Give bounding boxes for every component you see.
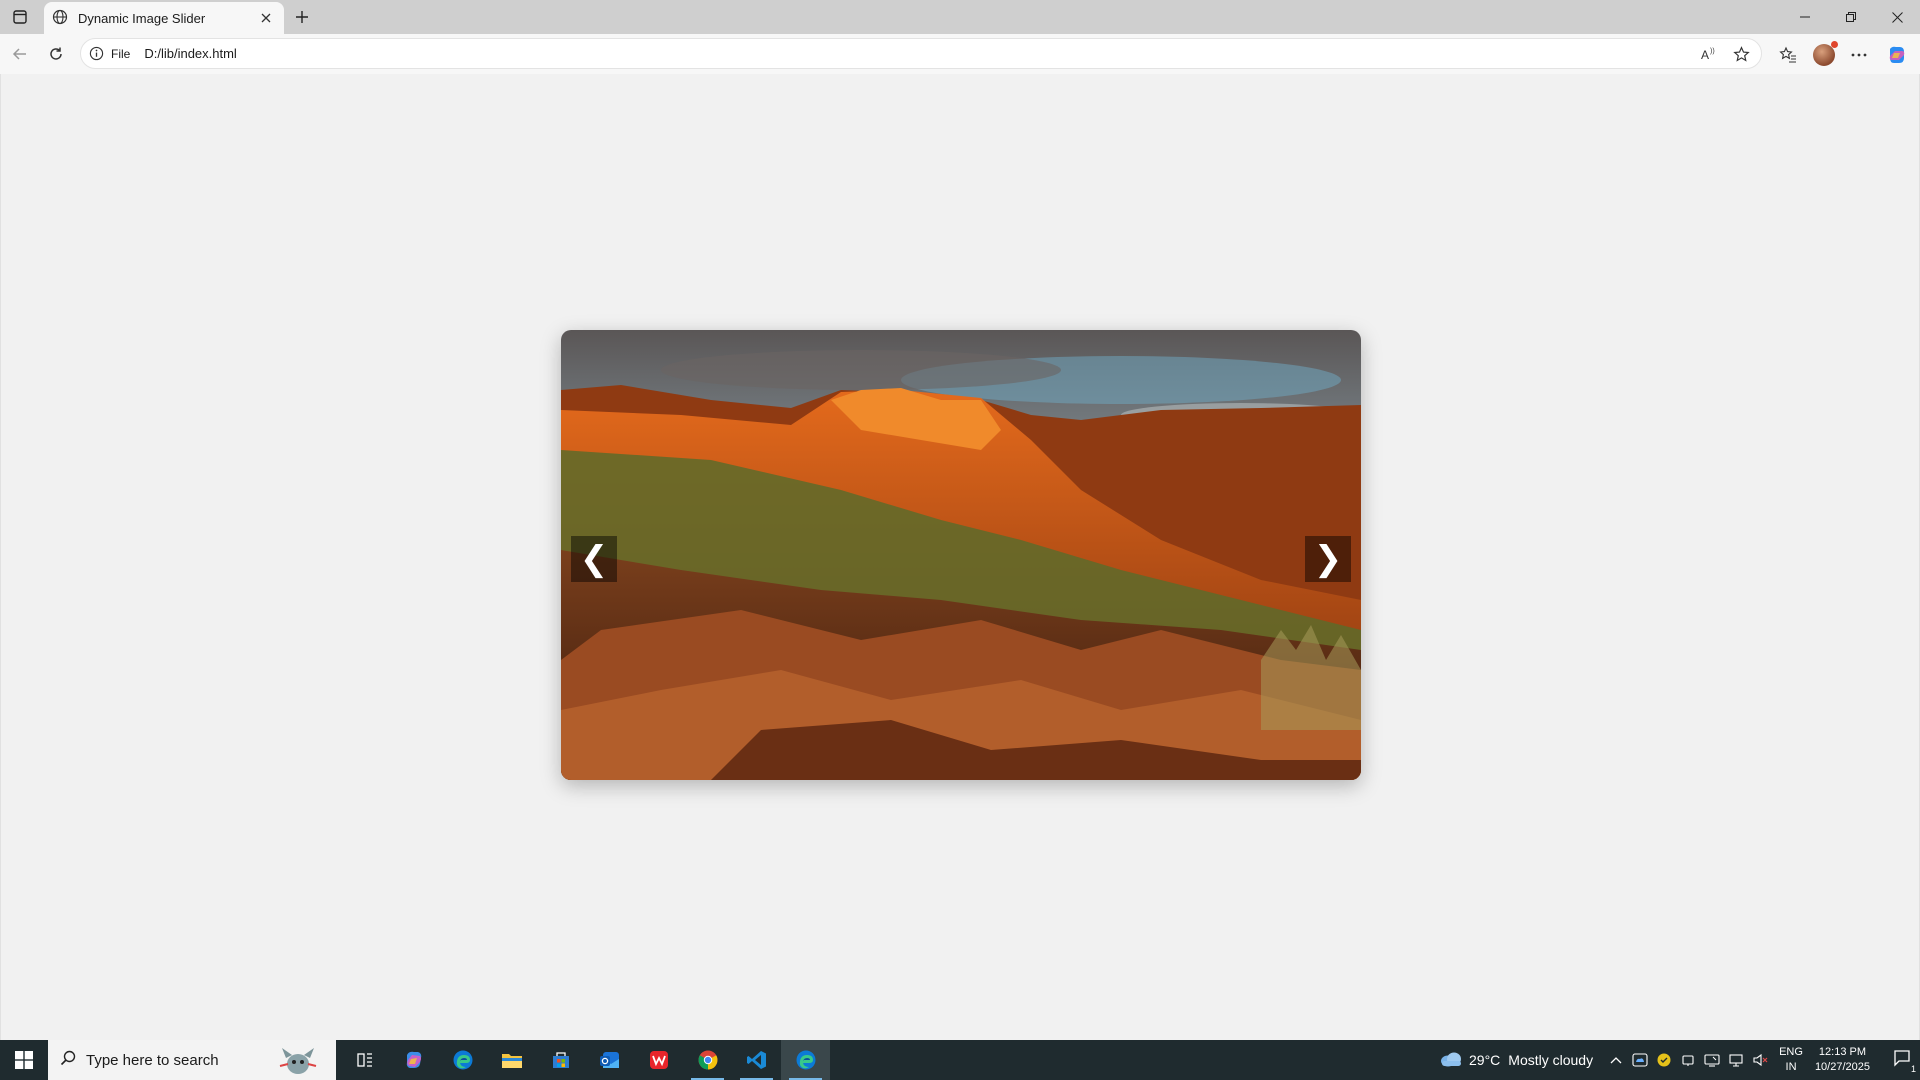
restore-icon[interactable] — [1828, 0, 1874, 34]
chrome-icon[interactable] — [683, 1040, 732, 1080]
copilot-app-icon[interactable] — [389, 1040, 438, 1080]
favorite-star-icon[interactable] — [1731, 44, 1751, 64]
address-bar[interactable]: File D:/lib/index.html A)) — [80, 38, 1762, 69]
notification-icon — [1893, 1049, 1911, 1072]
pinned-apps — [340, 1040, 830, 1080]
system-clock[interactable]: 12:13 PM 10/27/2025 — [1815, 1045, 1870, 1075]
onedrive-icon[interactable] — [1631, 1051, 1649, 1069]
file-explorer-icon[interactable] — [487, 1040, 536, 1080]
clock-time: 12:13 PM — [1818, 1046, 1867, 1058]
tab-actions-icon[interactable] — [8, 5, 32, 29]
search-icon — [60, 1050, 76, 1071]
address-url[interactable]: D:/lib/index.html — [144, 46, 236, 61]
next-slide-button[interactable]: ❯ — [1305, 536, 1351, 582]
edge-active-icon[interactable] — [781, 1040, 830, 1080]
more-options-icon[interactable] — [1846, 42, 1872, 68]
svg-text:)): )) — [1710, 48, 1715, 55]
tab-title: Dynamic Image Slider — [78, 10, 206, 26]
edge-icon[interactable] — [438, 1040, 487, 1080]
back-arrow-icon[interactable] — [8, 42, 32, 66]
windows-start-icon[interactable] — [0, 1040, 48, 1080]
slide-image — [561, 330, 1361, 780]
close-window-icon[interactable] — [1874, 0, 1920, 34]
weather-temperature: 29°C — [1469, 1052, 1501, 1068]
avatar — [1813, 41, 1838, 66]
search-highlight-icon — [279, 1048, 317, 1074]
language-code: ENG — [1779, 1046, 1803, 1058]
language-indicator[interactable]: ENG IN — [1779, 1045, 1803, 1075]
copilot-icon[interactable] — [1884, 42, 1910, 68]
network-icon[interactable] — [1727, 1051, 1745, 1069]
weather-widget[interactable]: 29°C Mostly cloudy — [1439, 1050, 1593, 1071]
system-tray: 29°C Mostly cloudy ENG IN 12:13 PM 10/27… — [1439, 1040, 1920, 1080]
task-view-icon[interactable] — [340, 1040, 389, 1080]
windows-taskbar: Type here to search 29°C Mostly cloudy E… — [0, 1040, 1920, 1080]
tab-active[interactable]: Dynamic Image Slider — [44, 2, 284, 34]
profile-avatar[interactable] — [1811, 41, 1838, 68]
svg-text:A: A — [1701, 48, 1709, 62]
notification-center-button[interactable]: 1 — [1884, 1040, 1920, 1080]
chevron-up-icon[interactable] — [1607, 1051, 1625, 1069]
close-tab-icon[interactable] — [256, 8, 276, 28]
weather-condition: Mostly cloudy — [1508, 1052, 1594, 1068]
window-controls — [1782, 0, 1920, 34]
vscode-icon[interactable] — [732, 1040, 781, 1080]
meet-now-icon[interactable] — [1679, 1051, 1697, 1069]
minimize-icon[interactable] — [1782, 0, 1828, 34]
outlook-icon[interactable] — [585, 1040, 634, 1080]
wps-office-icon[interactable] — [634, 1040, 683, 1080]
tray-icons — [1607, 1051, 1769, 1069]
page-viewport: ❮ ❯ — [0, 74, 1920, 1040]
security-status-icon[interactable] — [1655, 1051, 1673, 1069]
previous-slide-button[interactable]: ❮ — [571, 536, 617, 582]
microsoft-store-icon[interactable] — [536, 1040, 585, 1080]
clock-date: 10/27/2025 — [1814, 1061, 1870, 1073]
navigation-bar: File D:/lib/index.html A)) — [0, 34, 1920, 74]
globe-icon — [52, 9, 70, 27]
image-slider: ❮ ❯ — [561, 330, 1361, 780]
browser-title-bar: Dynamic Image Slider — [0, 0, 1920, 34]
favorites-icon[interactable] — [1775, 42, 1801, 68]
refresh-icon[interactable] — [44, 42, 68, 66]
read-aloud-icon[interactable]: A)) — [1699, 44, 1719, 64]
taskbar-search-input[interactable]: Type here to search — [48, 1040, 336, 1080]
new-tab-button[interactable] — [290, 5, 314, 29]
notification-count: 1 — [1910, 1064, 1916, 1074]
volume-muted-icon[interactable] — [1751, 1051, 1769, 1069]
cloud-icon — [1439, 1050, 1463, 1071]
address-scheme-label: File — [111, 46, 131, 61]
info-icon[interactable] — [89, 46, 105, 62]
language-region: IN — [1785, 1061, 1797, 1073]
display-icon[interactable] — [1703, 1051, 1721, 1069]
search-placeholder: Type here to search — [86, 1051, 219, 1069]
